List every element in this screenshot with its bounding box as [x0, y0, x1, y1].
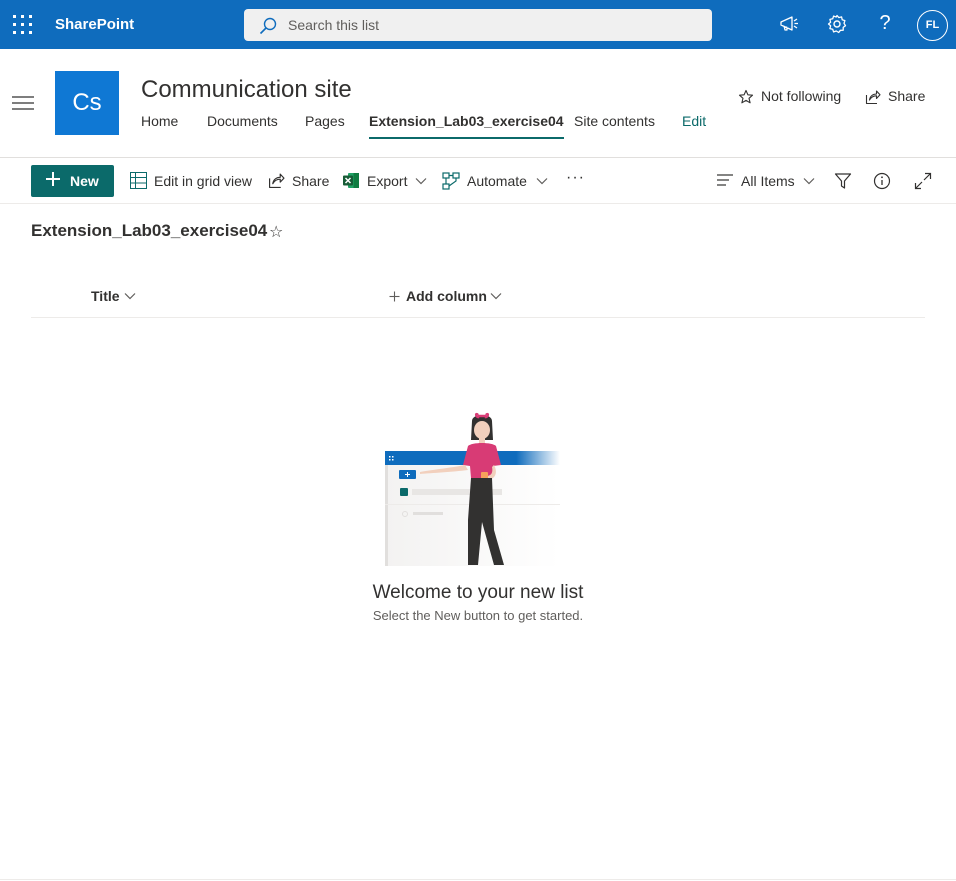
more-options-button[interactable]: ···: [566, 165, 588, 197]
chevron-down-icon: [536, 178, 548, 185]
list-title: Extension_Lab03_exercise04: [31, 221, 268, 240]
automate-button[interactable]: Automate: [442, 165, 550, 197]
plus-icon: [389, 291, 400, 302]
hamburger-menu-icon[interactable]: [12, 96, 34, 110]
edit-grid-button[interactable]: Edit in grid view: [130, 165, 256, 197]
excel-icon: [343, 173, 359, 188]
waffle-icon[interactable]: [13, 15, 32, 34]
empty-state-title: Welcome to your new list: [372, 582, 584, 603]
filter-button[interactable]: [834, 165, 852, 197]
view-selector[interactable]: All Items: [717, 165, 817, 197]
suite-bar: SharePoint ? FL: [0, 0, 956, 49]
nav-documents[interactable]: Documents: [207, 113, 278, 139]
chevron-down-icon: [124, 293, 136, 300]
nav-site-contents[interactable]: Site contents: [574, 113, 655, 139]
site-title[interactable]: Communication site: [141, 76, 352, 104]
share-icon: [865, 90, 881, 105]
automate-icon: [442, 172, 460, 190]
nav-home[interactable]: Home: [141, 113, 178, 139]
chevron-down-icon: [803, 178, 815, 185]
more-icon: ···: [566, 169, 585, 186]
avatar[interactable]: FL: [917, 10, 948, 41]
automate-label: Automate: [467, 173, 527, 189]
header-divider: [0, 157, 956, 158]
empty-state-subtitle: Select the New button to get started.: [372, 608, 584, 623]
star-icon: [738, 89, 754, 104]
add-column-label: Add column: [406, 288, 487, 304]
empty-list-illustration: [385, 412, 560, 566]
search-box[interactable]: [244, 9, 712, 41]
nav-edit[interactable]: Edit: [682, 113, 706, 139]
fullscreen-button[interactable]: [914, 165, 932, 197]
chevron-down-icon: [415, 178, 427, 185]
list-view-icon: [717, 174, 733, 186]
megaphone-icon[interactable]: [778, 13, 800, 35]
view-label: All Items: [741, 173, 795, 189]
info-button[interactable]: [873, 165, 891, 197]
plus-icon: [46, 172, 60, 186]
favorite-star-icon[interactable]: ☆: [269, 222, 283, 242]
grid-icon: [130, 172, 147, 189]
nav-extension-lab[interactable]: Extension_Lab03_exercise04: [369, 113, 564, 139]
share-icon: [269, 173, 285, 188]
column-header-divider: [31, 317, 925, 318]
site-logo[interactable]: Cs: [55, 71, 119, 135]
search-icon: [259, 17, 277, 35]
filter-icon: [834, 173, 852, 189]
share-button[interactable]: Share: [268, 165, 330, 197]
follow-label: Not following: [761, 88, 842, 104]
export-label: Export: [367, 173, 408, 189]
column-header-title[interactable]: Title: [91, 288, 141, 304]
brand-name[interactable]: SharePoint: [55, 16, 134, 33]
export-button[interactable]: Export: [343, 165, 429, 197]
bottom-divider: [0, 879, 956, 880]
share-label: Share: [888, 88, 926, 104]
chevron-down-icon: [490, 293, 502, 300]
commandbar-divider: [0, 203, 956, 204]
expand-icon: [914, 172, 932, 190]
gear-icon[interactable]: [826, 13, 848, 35]
help-icon[interactable]: ?: [876, 12, 894, 35]
column-title-label: Title: [91, 288, 120, 304]
share-label: Share: [292, 173, 330, 189]
new-label: New: [70, 173, 99, 189]
new-button[interactable]: New: [31, 165, 114, 197]
info-icon: [873, 172, 891, 190]
search-input[interactable]: [288, 9, 698, 41]
edit-grid-label: Edit in grid view: [154, 173, 253, 189]
nav-pages[interactable]: Pages: [305, 113, 345, 139]
